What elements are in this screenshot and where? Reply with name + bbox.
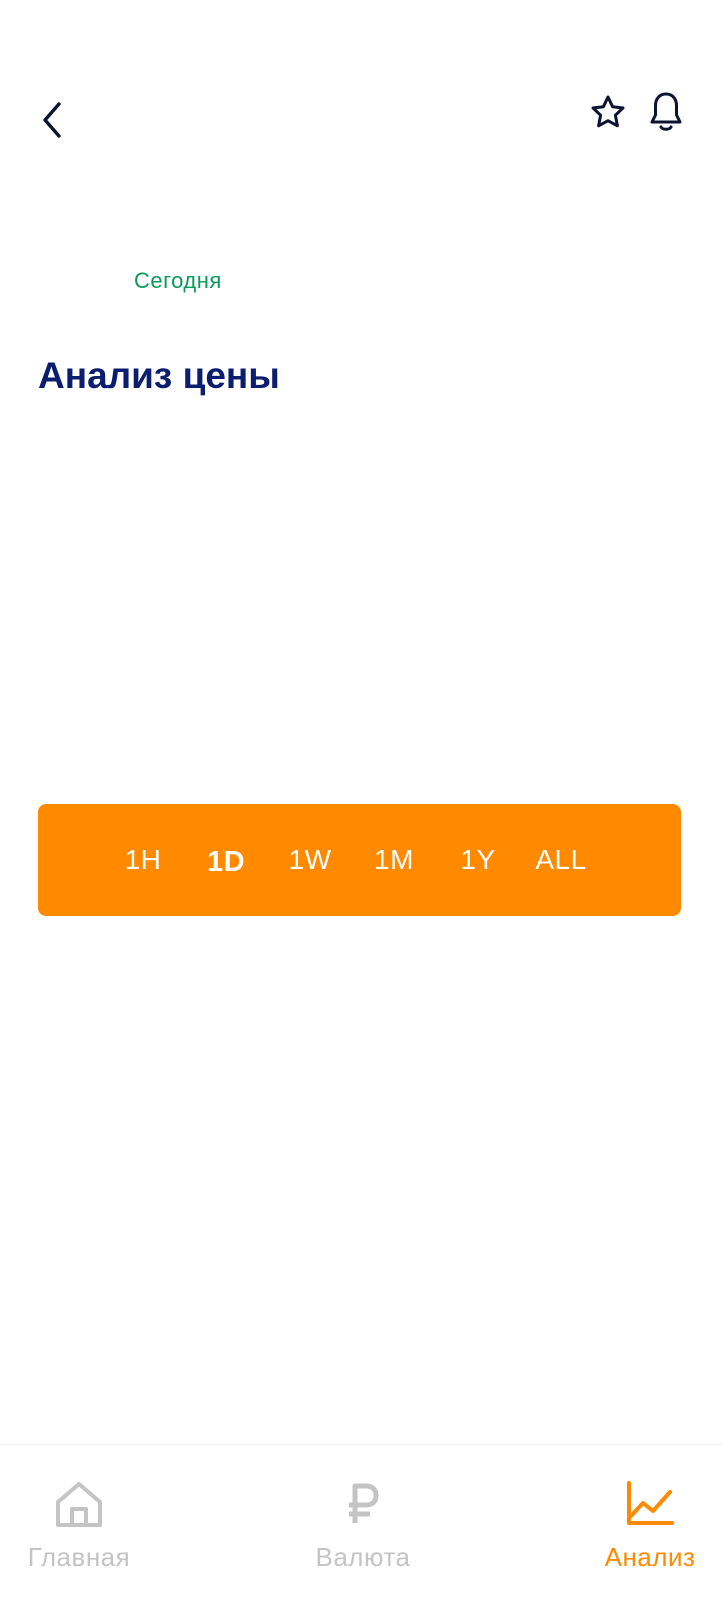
nav-label-analysis: Анализ bbox=[604, 1542, 696, 1572]
analysis-screen: Сегодня Анализ цены 1H 1D 1W 1M 1Y ALL Г… bbox=[0, 0, 723, 1606]
chevron-left-icon bbox=[43, 102, 61, 138]
nav-label-currency: Валюта bbox=[315, 1542, 411, 1572]
star-outline-icon bbox=[591, 95, 625, 128]
timeframe-1y[interactable]: 1Y bbox=[452, 804, 504, 916]
nav-label-home: Главная bbox=[27, 1542, 131, 1572]
timeframe-selector: 1H 1D 1W 1M 1Y ALL bbox=[38, 804, 681, 916]
timeframe-all[interactable]: ALL bbox=[528, 804, 594, 916]
date-label: Сегодня bbox=[134, 268, 222, 293]
top-bar bbox=[0, 80, 723, 160]
home-icon bbox=[56, 1482, 102, 1527]
bottom-navigation: Главная Валюта Анализ bbox=[0, 1444, 723, 1606]
nav-item-home[interactable]: Главная bbox=[0, 1445, 158, 1606]
bell-outline-icon bbox=[650, 92, 682, 131]
timeframe-1m[interactable]: 1M bbox=[366, 804, 422, 916]
favorite-button[interactable] bbox=[586, 90, 630, 134]
page-title: Анализ цены bbox=[38, 355, 280, 396]
nav-item-analysis[interactable]: Анализ bbox=[582, 1445, 718, 1606]
ruble-icon bbox=[349, 1483, 379, 1523]
chart-line-icon bbox=[627, 1481, 674, 1525]
timeframe-1h[interactable]: 1H bbox=[114, 804, 172, 916]
nav-item-currency[interactable]: Валюта bbox=[298, 1445, 428, 1606]
timeframe-1w[interactable]: 1W bbox=[280, 804, 340, 916]
back-button[interactable] bbox=[32, 98, 72, 142]
timeframe-1d[interactable]: 1D bbox=[198, 804, 254, 916]
notifications-button[interactable] bbox=[644, 90, 688, 134]
